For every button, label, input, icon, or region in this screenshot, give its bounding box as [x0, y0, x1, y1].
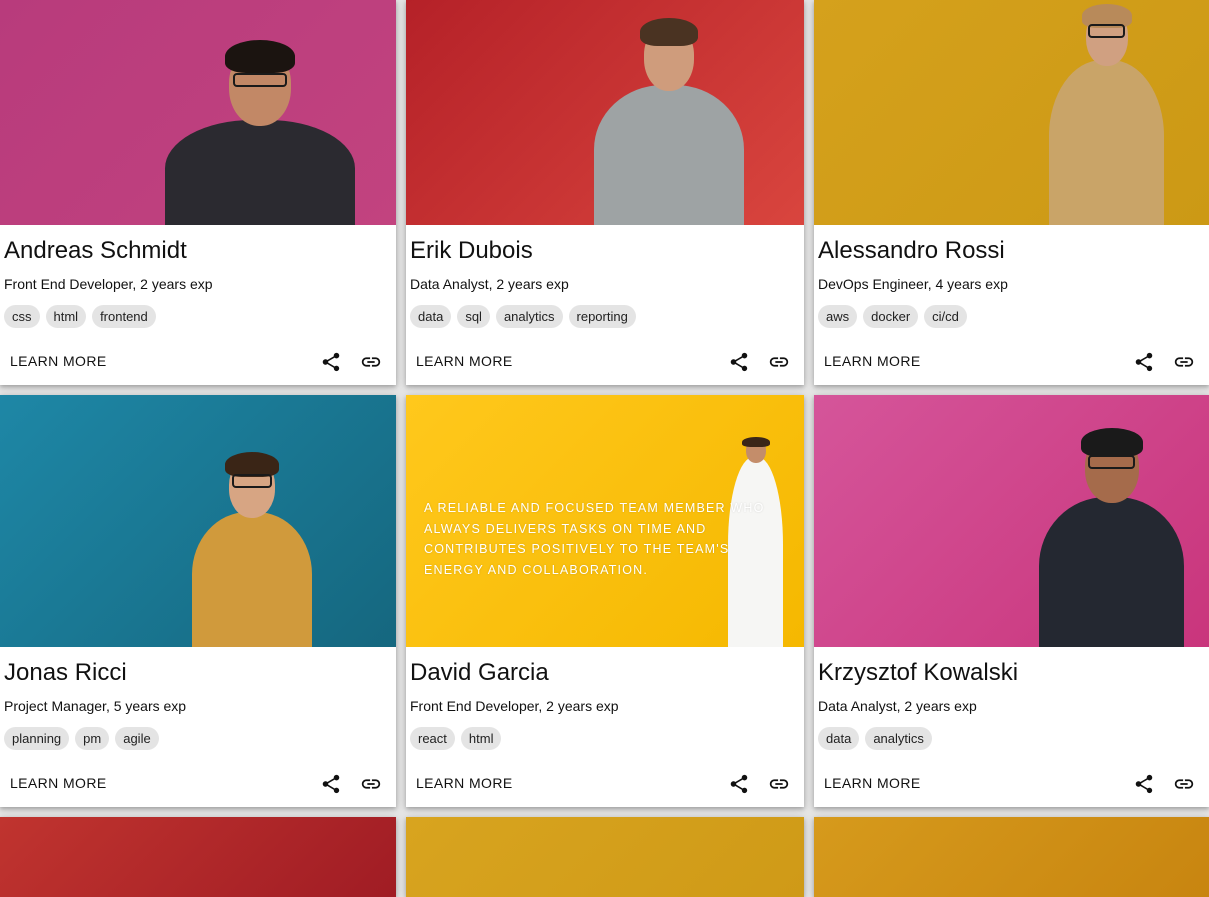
tag-chip: analytics [865, 727, 932, 750]
profile-role: Project Manager, 5 years exp [4, 698, 187, 714]
profile-name: David Garcia [410, 659, 549, 686]
tag-chip: planning [4, 727, 70, 750]
share-icon[interactable] [320, 773, 342, 795]
profile-card: Andreas Schmidt Front End Developer, 2 y… [0, 0, 396, 385]
learn-more-button[interactable]: LEARN MORE [10, 353, 107, 369]
profile-photo [0, 395, 396, 647]
tag-chip: data [410, 305, 452, 328]
profile-role: Front End Developer, 2 years exp [4, 276, 213, 292]
team-cards-grid: Andreas Schmidt Front End Developer, 2 y… [0, 0, 1209, 897]
profile-role: Data Analyst, 2 years exp [818, 698, 977, 714]
person-figure [1039, 395, 1184, 647]
link-icon[interactable] [1173, 351, 1195, 373]
card-actions: LEARN MORE [0, 771, 396, 795]
tag-chip: html [460, 727, 502, 750]
card-actions: LEARN MORE [814, 349, 1209, 373]
profile-photo [406, 0, 804, 225]
link-icon[interactable] [360, 773, 382, 795]
tag-chip: css [4, 305, 40, 328]
tag-list: planning pm agile [4, 727, 394, 750]
person-figure [594, 0, 744, 225]
tag-chip: react [410, 727, 455, 750]
tag-list: react html [410, 727, 802, 750]
share-icon[interactable] [728, 351, 750, 373]
learn-more-button[interactable]: LEARN MORE [10, 775, 107, 791]
tag-chip: analytics [495, 305, 563, 328]
profile-photo [0, 0, 396, 225]
profile-photo [406, 817, 804, 897]
card-actions: LEARN MORE [0, 349, 396, 373]
tag-list: data analytics [818, 727, 1207, 750]
profile-card: Jonas Ricci Project Manager, 5 years exp… [0, 395, 396, 807]
link-icon[interactable] [1173, 773, 1195, 795]
link-icon[interactable] [768, 351, 790, 373]
profile-card: Alessandro Rossi DevOps Engineer, 4 year… [814, 0, 1209, 385]
link-icon[interactable] [360, 351, 382, 373]
card-actions: LEARN MORE [814, 771, 1209, 795]
learn-more-button[interactable]: LEARN MORE [416, 353, 513, 369]
person-figure [165, 0, 355, 225]
learn-more-button[interactable]: LEARN MORE [416, 775, 513, 791]
profile-card [814, 817, 1209, 897]
tag-chip: reporting [568, 305, 636, 328]
profile-photo [814, 0, 1209, 225]
profile-role: Front End Developer, 2 years exp [410, 698, 619, 714]
tag-chip: data [818, 727, 860, 750]
profile-photo [0, 817, 396, 897]
profile-name: Erik Dubois [410, 237, 533, 264]
profile-name: Andreas Schmidt [4, 237, 187, 264]
profile-card: Erik Dubois Data Analyst, 2 years exp da… [406, 0, 804, 385]
tag-chip: sql [457, 305, 490, 328]
person-figure [192, 395, 312, 647]
person-figure [1049, 0, 1164, 225]
tag-chip: agile [115, 727, 159, 750]
profile-photo: A RELIABLE AND FOCUSED TEAM MEMBER WHO A… [406, 395, 804, 647]
tag-chip: aws [818, 305, 858, 328]
tag-list: data sql analytics reporting [410, 305, 802, 328]
link-icon[interactable] [768, 773, 790, 795]
profile-photo [814, 817, 1209, 897]
share-icon[interactable] [728, 773, 750, 795]
learn-more-button[interactable]: LEARN MORE [824, 775, 921, 791]
share-icon[interactable] [1133, 773, 1155, 795]
card-actions: LEARN MORE [406, 349, 804, 373]
tag-chip: html [45, 305, 87, 328]
profile-name: Alessandro Rossi [818, 237, 1005, 264]
profile-card [0, 817, 396, 897]
profile-role: DevOps Engineer, 4 years exp [818, 276, 1008, 292]
tag-list: aws docker ci/cd [818, 305, 1207, 328]
learn-more-button[interactable]: LEARN MORE [824, 353, 921, 369]
profile-card: Krzysztof Kowalski Data Analyst, 2 years… [814, 395, 1209, 807]
tag-list: css html frontend [4, 305, 394, 328]
tag-chip: pm [75, 727, 110, 750]
profile-description-overlay: A RELIABLE AND FOCUSED TEAM MEMBER WHO A… [424, 501, 765, 577]
tag-chip: frontend [92, 305, 156, 328]
share-icon[interactable] [1133, 351, 1155, 373]
profile-card: A RELIABLE AND FOCUSED TEAM MEMBER WHO A… [406, 395, 804, 807]
profile-name: Jonas Ricci [4, 659, 127, 686]
share-icon[interactable] [320, 351, 342, 373]
tag-chip: docker [863, 305, 919, 328]
profile-role: Data Analyst, 2 years exp [410, 276, 569, 292]
card-actions: LEARN MORE [406, 771, 804, 795]
profile-photo [814, 395, 1209, 647]
profile-name: Krzysztof Kowalski [818, 659, 1019, 686]
tag-chip: ci/cd [924, 305, 967, 328]
profile-card [406, 817, 804, 897]
